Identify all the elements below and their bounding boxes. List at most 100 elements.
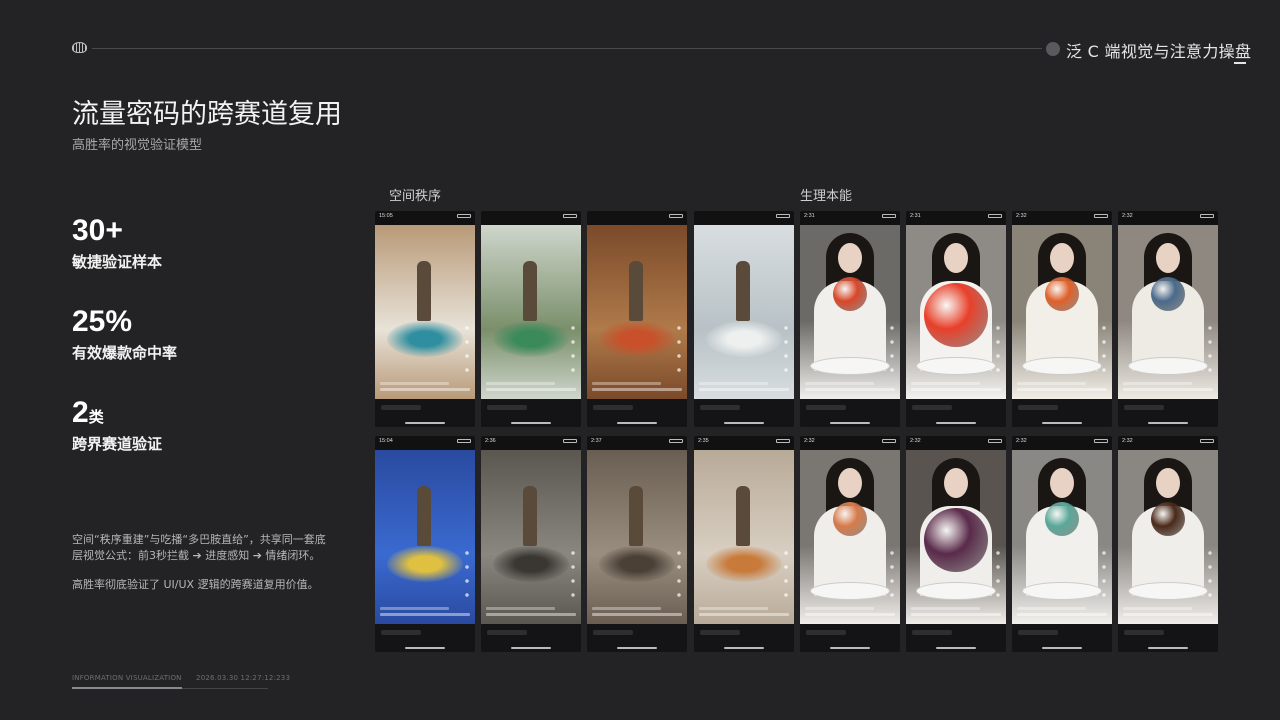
side-action-icons[interactable] bbox=[888, 546, 896, 606]
stat-samples: 30+ 敏捷验证样本 bbox=[72, 215, 162, 272]
caption-line bbox=[592, 613, 682, 616]
comment-input-bar[interactable] bbox=[375, 399, 475, 427]
food-object bbox=[1045, 277, 1079, 311]
comment-input-bar[interactable] bbox=[375, 624, 475, 652]
phone-screenshot-workers-demolition[interactable]: 2:37 bbox=[587, 436, 687, 652]
phone-screenshot-girl-with-purple-ball[interactable]: 2:32 bbox=[906, 436, 1006, 652]
plate bbox=[1128, 582, 1208, 600]
caption-line bbox=[1017, 382, 1086, 385]
food-object bbox=[924, 283, 988, 347]
comment-input-bar[interactable] bbox=[906, 624, 1006, 652]
caption-line bbox=[380, 613, 470, 616]
phone-screenshot-girl-eating-crab[interactable]: 2:32 bbox=[800, 436, 900, 652]
caption-line bbox=[1017, 388, 1107, 391]
phone-screenshot-girl-holding-orange[interactable]: 2:32 bbox=[1012, 211, 1112, 427]
comment-input-bar[interactable] bbox=[1012, 624, 1112, 652]
phone-screenshot-girl-holding-blue-fruit[interactable]: 2:32 bbox=[1118, 211, 1218, 427]
caption-line bbox=[486, 388, 576, 391]
caption-line bbox=[486, 607, 555, 610]
phone-screenshot-woman-pouring-beads[interactable] bbox=[587, 211, 687, 427]
phone-screenshot-girl-with-red-jelly[interactable]: 2:31 bbox=[906, 211, 1006, 427]
comment-input-bar[interactable] bbox=[587, 399, 687, 427]
side-action-icons[interactable] bbox=[994, 546, 1002, 606]
side-action-icons[interactable] bbox=[1206, 321, 1214, 381]
phone-screenshot-girl-with-teal-dish[interactable]: 2:32 bbox=[1012, 436, 1112, 652]
side-action-icons[interactable] bbox=[463, 546, 471, 606]
phone-screenshot-collapsed-cave[interactable]: 2:36 bbox=[481, 436, 581, 652]
caption-line bbox=[1123, 382, 1192, 385]
food-object bbox=[1045, 502, 1079, 536]
caption-line bbox=[1123, 388, 1213, 391]
caption-line bbox=[911, 388, 1001, 391]
side-action-icons[interactable] bbox=[675, 546, 683, 606]
side-action-icons[interactable] bbox=[1100, 321, 1108, 381]
caption-line bbox=[380, 607, 449, 610]
caption-line bbox=[1017, 613, 1107, 616]
figure-face bbox=[1156, 468, 1180, 498]
phone-screenshot-foam-filled-room[interactable] bbox=[694, 211, 794, 427]
comment-input-bar[interactable] bbox=[694, 624, 794, 652]
side-action-icons[interactable] bbox=[782, 321, 790, 381]
status-time: 2:31 bbox=[910, 213, 921, 219]
plate bbox=[1022, 357, 1102, 375]
comment-input-bar[interactable] bbox=[800, 624, 900, 652]
stat-value: 25% bbox=[72, 305, 133, 338]
caption-line bbox=[486, 613, 576, 616]
side-action-icons[interactable] bbox=[675, 321, 683, 381]
header-title: 泛 C 端视觉与注意力操盘 bbox=[1066, 42, 1252, 61]
comment-input-bar[interactable] bbox=[694, 399, 794, 427]
caption-line bbox=[1123, 607, 1192, 610]
side-action-icons[interactable] bbox=[994, 321, 1002, 381]
phone-screenshot-girl-with-chocolate-sphere[interactable]: 2:32 bbox=[1118, 436, 1218, 652]
side-action-icons[interactable] bbox=[1100, 546, 1108, 606]
worker-figure bbox=[629, 261, 643, 321]
worker-figure bbox=[417, 261, 431, 321]
status-time: 15:04 bbox=[379, 438, 393, 444]
comment-input-bar[interactable] bbox=[800, 399, 900, 427]
caption-line bbox=[805, 607, 874, 610]
comment-input-bar[interactable] bbox=[1118, 399, 1218, 427]
comment-input-bar[interactable] bbox=[1012, 399, 1112, 427]
side-action-icons[interactable] bbox=[569, 546, 577, 606]
side-action-icons[interactable] bbox=[1206, 546, 1214, 606]
figure-face bbox=[944, 243, 968, 273]
worker-figure bbox=[523, 486, 537, 546]
plate bbox=[1128, 357, 1208, 375]
section-label-space-order: 空间秩序 bbox=[389, 189, 442, 204]
comment-input-bar[interactable] bbox=[481, 624, 581, 652]
side-action-icons[interactable] bbox=[888, 321, 896, 381]
comment-input-bar[interactable] bbox=[481, 399, 581, 427]
battery-icon bbox=[988, 214, 1002, 218]
side-action-icons[interactable] bbox=[463, 321, 471, 381]
food-object bbox=[833, 502, 867, 536]
worker-figure bbox=[736, 486, 750, 546]
logo-icon bbox=[72, 42, 87, 53]
phone-screenshot-blue-paint-pool[interactable]: 15:04 bbox=[375, 436, 475, 652]
comment-input-bar[interactable] bbox=[906, 399, 1006, 427]
stat-hit-rate: 25% 有效爆款命中率 bbox=[72, 306, 177, 363]
phone-screenshot-girl-eating-red-fruit[interactable]: 2:31 bbox=[800, 211, 900, 427]
caption-line bbox=[592, 607, 661, 610]
phone-screenshot-worker-green-tub[interactable] bbox=[481, 211, 581, 427]
figure-face bbox=[1050, 468, 1074, 498]
status-time: 2:31 bbox=[804, 213, 815, 219]
phone-screenshot-woman-with-dogs[interactable]: 2:35 bbox=[694, 436, 794, 652]
food-object bbox=[924, 508, 988, 572]
status-time: 2:32 bbox=[804, 438, 815, 444]
scene-object bbox=[706, 321, 782, 357]
plate bbox=[916, 582, 996, 600]
side-action-icons[interactable] bbox=[782, 546, 790, 606]
battery-icon bbox=[563, 439, 577, 443]
battery-icon bbox=[669, 214, 683, 218]
comment-input-bar[interactable] bbox=[1118, 624, 1218, 652]
footer-accent-bar bbox=[72, 687, 182, 689]
battery-icon bbox=[776, 439, 790, 443]
stat-tracks: 2类 跨界赛道验证 bbox=[72, 397, 162, 454]
status-time: 2:32 bbox=[1016, 213, 1027, 219]
side-action-icons[interactable] bbox=[569, 321, 577, 381]
phone-screenshot-worker-pouring-blue-paint[interactable]: 15:05 bbox=[375, 211, 475, 427]
battery-icon bbox=[1094, 439, 1108, 443]
header-dot-icon bbox=[1046, 42, 1060, 56]
status-time: 2:35 bbox=[698, 438, 709, 444]
comment-input-bar[interactable] bbox=[587, 624, 687, 652]
